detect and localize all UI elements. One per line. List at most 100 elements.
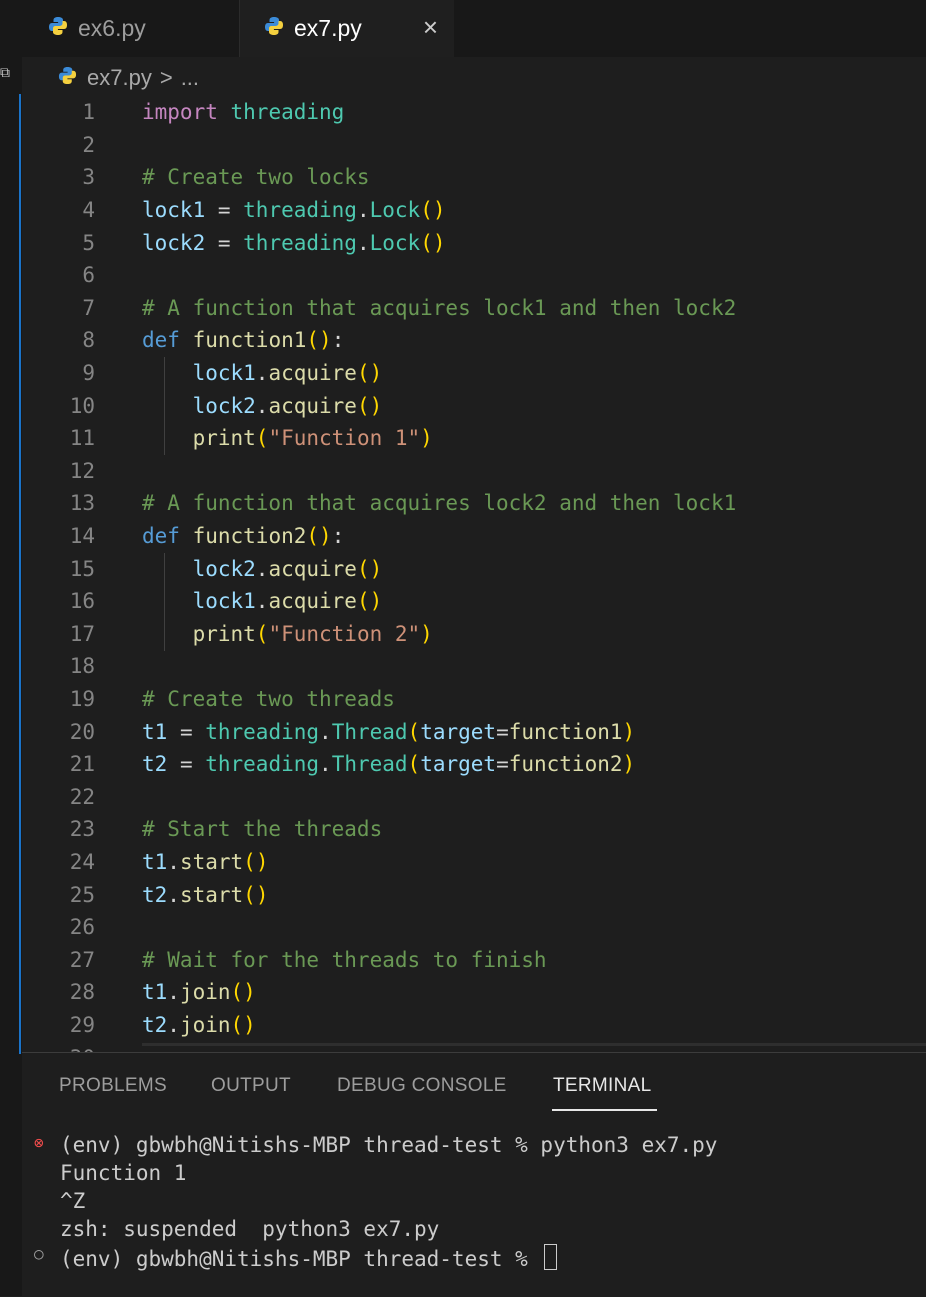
close-icon[interactable]: × (423, 14, 438, 40)
code-text: lock2.acquire() (192, 556, 383, 581)
code-text: def function1(): (142, 328, 345, 353)
line-number: 2 (82, 132, 95, 157)
terminal-cursor (544, 1244, 558, 1270)
explorer-icon[interactable]: ⧉ (0, 64, 12, 82)
code-line[interactable]: 16 lock1.acquire() (22, 585, 926, 618)
bottom-panel: PROBLEMS OUTPUT DEBUG CONSOLE TERMINAL ⊗… (22, 1052, 926, 1297)
line-number: 18 (69, 654, 95, 679)
line-number: 29 (69, 1013, 95, 1038)
breadcrumb-file[interactable]: ex7.py (87, 65, 152, 91)
line-number: 15 (69, 556, 95, 581)
python-icon (48, 15, 68, 42)
code-text: lock1 = threading.Lock() (142, 198, 446, 223)
code-text: t1.join() (142, 980, 256, 1005)
editor-scroll-shadow (142, 1043, 926, 1046)
tab-ex6[interactable]: ex6.py (22, 0, 240, 57)
terminal-text: Function 1 (60, 1161, 187, 1185)
code-text: # Start the threads (142, 817, 383, 842)
code-line[interactable]: 15 lock2.acquire() (22, 552, 926, 585)
code-text: # Create two threads (142, 687, 395, 712)
code-line[interactable]: 8 def function1(): (22, 324, 926, 357)
line-number: 25 (69, 882, 95, 907)
code-line[interactable]: 17 print("Function 2") (22, 618, 926, 651)
tab-label: ex7.py (294, 15, 362, 41)
tab-ex7[interactable]: ex7.py × (240, 0, 454, 57)
code-text: # Create two locks (142, 165, 370, 190)
code-line[interactable]: 6 (22, 259, 926, 292)
code-editor[interactable]: 1 import threading 2 3 # Create two locks 4 lo… (22, 96, 926, 1052)
code-line[interactable]: 2 (22, 129, 926, 162)
code-line[interactable]: 14 def function2(): (22, 520, 926, 553)
code-text: lock2.acquire() (192, 393, 383, 418)
code-text: t1.start() (142, 850, 269, 875)
line-number: 5 (82, 230, 95, 255)
line-number: 21 (69, 752, 95, 777)
code-text: t1 = threading.Thread(target=function1) (142, 719, 636, 744)
code-text: t2.start() (142, 882, 269, 907)
code-line[interactable]: 5 lock2 = threading.Lock() (22, 226, 926, 259)
line-number: 11 (69, 426, 95, 451)
code-line[interactable]: 26 (22, 911, 926, 944)
code-line[interactable]: 21 t2 = threading.Thread(target=function2… (22, 748, 926, 781)
code-line[interactable]: 18 (22, 650, 926, 683)
code-text: lock1.acquire() (192, 589, 383, 614)
line-number: 4 (82, 198, 95, 223)
line-number: 12 (69, 458, 95, 483)
code-text: print("Function 1") (192, 426, 433, 451)
terminal-text: zsh: suspended python3 ex7.py (60, 1217, 440, 1241)
tab-terminal[interactable]: TERMINAL (553, 1075, 651, 1097)
code-line[interactable]: 7 # A function that acquires lock1 and th… (22, 292, 926, 325)
code-line[interactable]: 23 # Start the threads (22, 813, 926, 846)
code-line[interactable]: 20 t1 = threading.Thread(target=function1… (22, 715, 926, 748)
code-text: import threading (142, 100, 345, 125)
line-number: 8 (82, 328, 95, 353)
breadcrumb: ex7.py > ... (58, 62, 199, 94)
activity-bar: ⧉ (0, 0, 22, 1296)
line-number: 16 (69, 589, 95, 614)
line-number: 26 (69, 915, 95, 940)
line-number: 17 (69, 621, 95, 646)
code-text: print("Function 2") (192, 621, 433, 646)
tab-problems[interactable]: PROBLEMS (59, 1075, 167, 1097)
tab-debug-console[interactable]: DEBUG CONSOLE (337, 1075, 507, 1097)
code-line[interactable]: 24 t1.start() (22, 846, 926, 879)
code-text: # A function that acquires lock2 and the… (142, 491, 737, 516)
python-icon (58, 65, 77, 91)
terminal-text: ^Z (60, 1189, 86, 1213)
line-number: 3 (82, 165, 95, 190)
code-text: t2 = threading.Thread(target=function2) (142, 752, 636, 777)
chevron-right-icon: > (159, 65, 173, 90)
code-text: def function2(): (142, 524, 345, 549)
code-line[interactable]: 4 lock1 = threading.Lock() (22, 194, 926, 227)
code-line[interactable]: 27 # Wait for the threads to finish (22, 944, 926, 977)
line-number: 1 (82, 100, 95, 125)
line-number: 13 (69, 491, 95, 516)
idle-status-icon: ○ (34, 1244, 44, 1263)
code-line[interactable]: 3 # Create two locks (22, 161, 926, 194)
line-number: 14 (69, 524, 95, 549)
code-line[interactable]: 28 t1.join() (22, 976, 926, 1009)
code-line[interactable]: 12 (22, 455, 926, 488)
line-number: 20 (69, 719, 95, 744)
editor-tab-bar: ex6.py ex7.py × (22, 0, 926, 57)
tab-output[interactable]: OUTPUT (211, 1075, 291, 1097)
line-number: 22 (69, 784, 95, 809)
line-number: 23 (69, 817, 95, 842)
code-line[interactable]: 1 import threading (22, 96, 926, 129)
line-number: 9 (82, 361, 95, 386)
code-line[interactable]: 11 print("Function 1") (22, 422, 926, 455)
line-number: 24 (69, 850, 95, 875)
breadcrumb-symbol[interactable]: ... (181, 65, 199, 91)
code-line[interactable]: 10 lock2.acquire() (22, 389, 926, 422)
code-text: lock2 = threading.Lock() (142, 230, 446, 255)
code-line[interactable]: 13 # A function that acquires lock2 and t… (22, 487, 926, 520)
code-line[interactable]: 19 # Create two threads (22, 683, 926, 716)
code-line[interactable]: 22 (22, 781, 926, 814)
code-line[interactable]: 29 t2.join() (22, 1009, 926, 1042)
tab-label: ex6.py (78, 15, 146, 41)
code-text: lock1.acquire() (192, 361, 383, 386)
code-line[interactable]: 25 t2.start() (22, 878, 926, 911)
active-indicator (19, 94, 21, 1054)
line-number: 19 (69, 687, 95, 712)
code-line[interactable]: 9 lock1.acquire() (22, 357, 926, 390)
